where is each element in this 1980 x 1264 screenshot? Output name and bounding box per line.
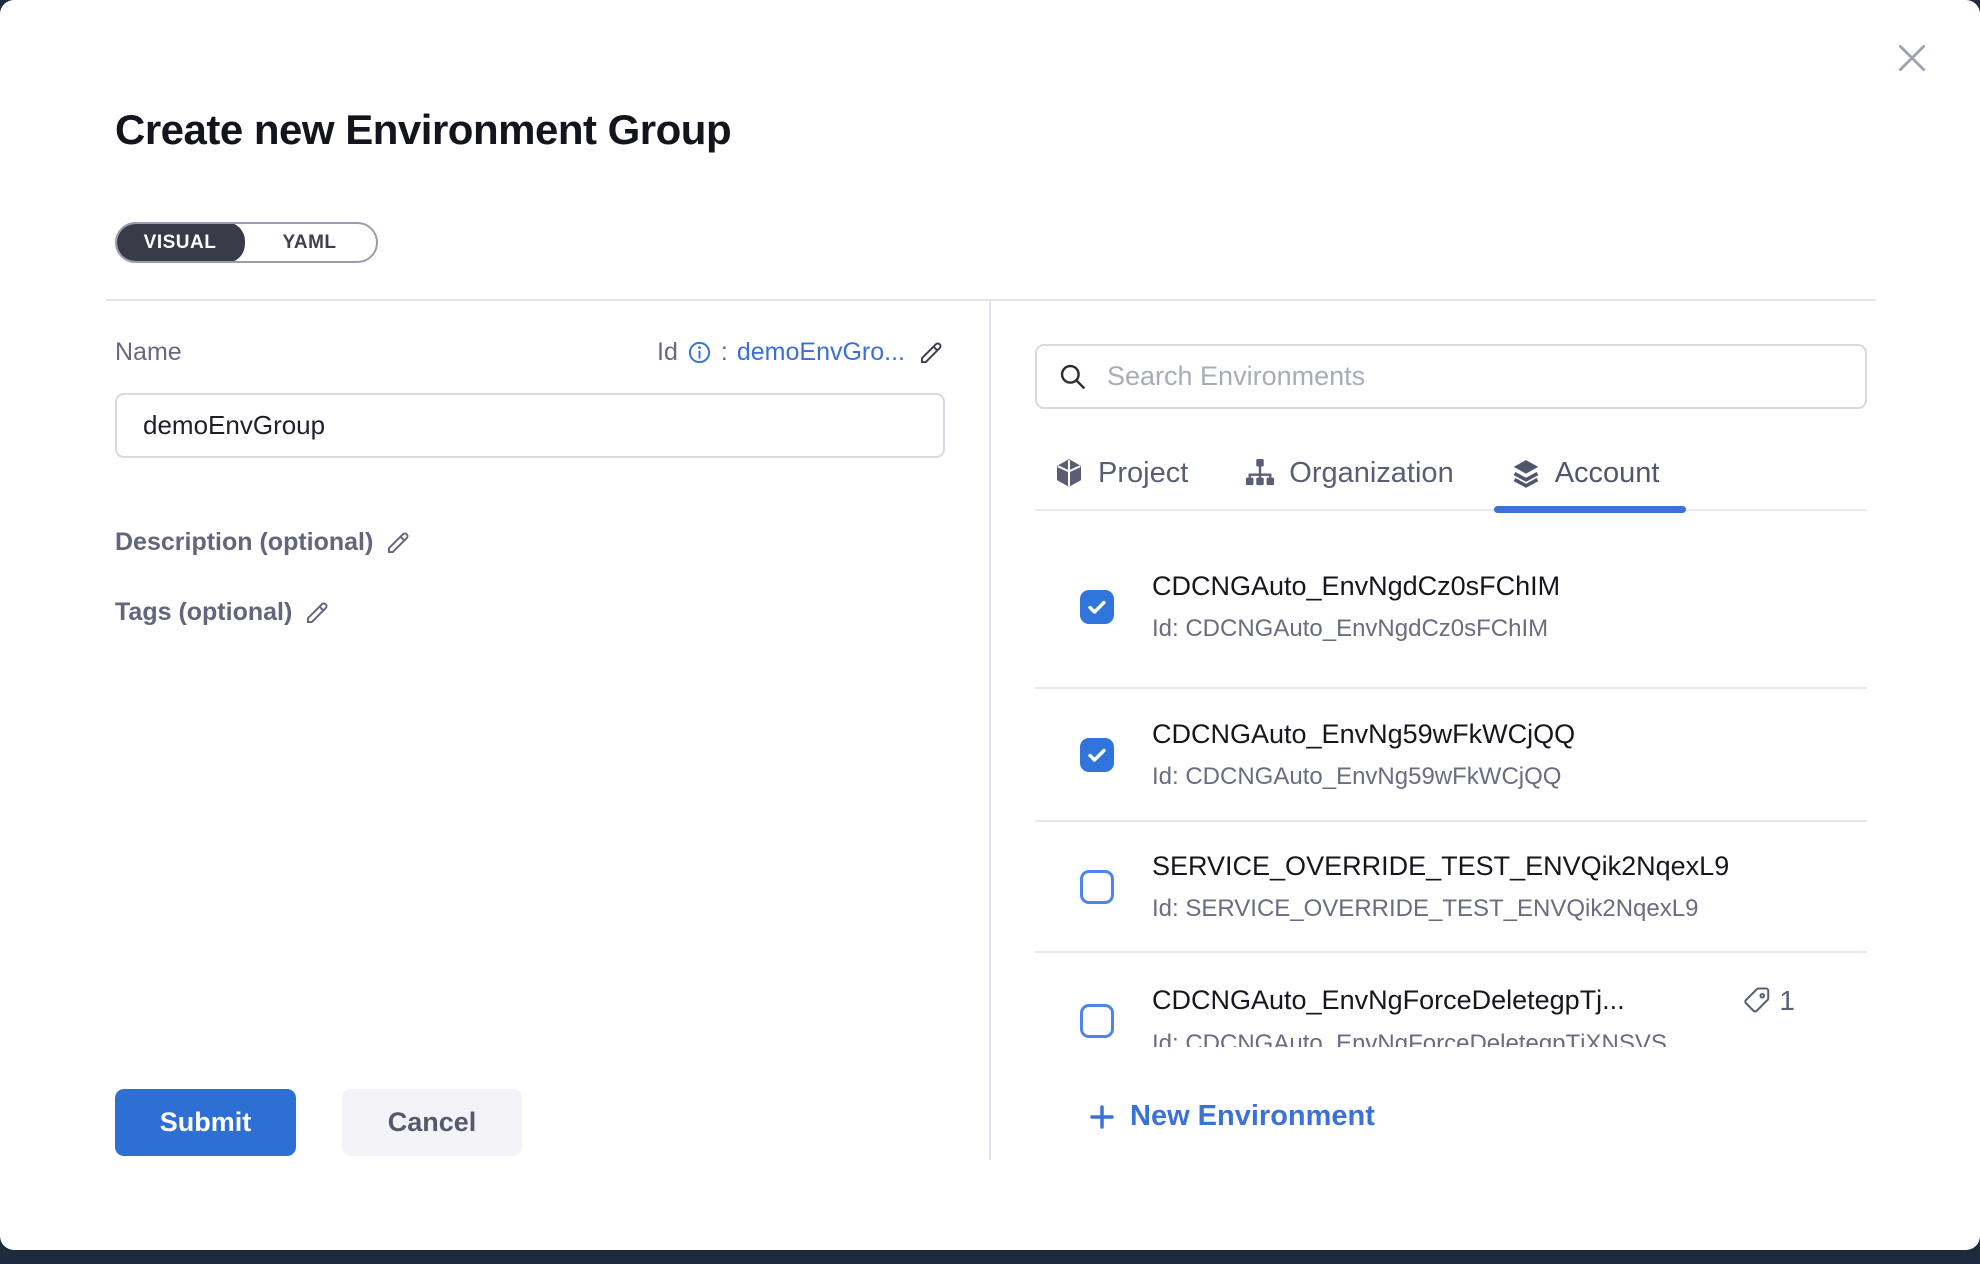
new-environment-label: New Environment [1130, 1100, 1375, 1133]
page-title: Create new Environment Group [115, 106, 731, 154]
environment-name: CDCNGAuto_EnvNgForceDeletegpTj... [1152, 985, 1625, 1016]
tab-project[interactable]: Project [1053, 437, 1188, 509]
layers-icon [1510, 457, 1542, 489]
search-box [1035, 344, 1867, 409]
header-divider [106, 299, 1876, 301]
environment-list-item: CDCNGAuto_EnvNg59wFkWCjQQ Id: CDCNGAuto_E… [1035, 689, 1867, 822]
description-label: Description (optional) [115, 528, 373, 557]
id-group: Id : demoEnvGro... [657, 338, 945, 367]
submit-button[interactable]: Submit [115, 1089, 296, 1156]
id-value-link[interactable]: demoEnvGro... [737, 338, 905, 367]
tab-label: Account [1555, 457, 1660, 490]
environment-name: CDCNGAuto_EnvNgdCz0sFChIM [1152, 571, 1560, 602]
toggle-visual[interactable]: VISUAL [115, 222, 245, 263]
environment-list-item: CDCNGAuto_EnvNgForceDeletegpTj... 1 Id: CD… [1035, 953, 1867, 1047]
panel-divider [989, 300, 991, 1160]
edit-tags-icon[interactable] [304, 599, 331, 626]
environment-list-item: CDCNGAuto_EnvNgdCz0sFChIM Id: CDCNGAuto_E… [1035, 513, 1867, 689]
search-environments-input[interactable] [1089, 346, 1865, 407]
new-environment-button[interactable]: New Environment [1087, 1100, 1375, 1133]
active-tab-underline [1494, 506, 1686, 513]
toggle-yaml[interactable]: YAML [243, 224, 376, 261]
checkbox-checked[interactable] [1080, 738, 1114, 772]
edit-description-icon[interactable] [385, 529, 412, 556]
checkbox-checked[interactable] [1080, 590, 1114, 624]
environment-list: CDCNGAuto_EnvNgdCz0sFChIM Id: CDCNGAuto_E… [1035, 513, 1867, 1047]
id-separator: : [721, 338, 728, 367]
tab-label: Project [1098, 457, 1188, 490]
tab-organization[interactable]: Organization [1244, 437, 1453, 509]
tab-account[interactable]: Account [1510, 437, 1660, 509]
name-input[interactable] [115, 393, 945, 458]
search-icon [1057, 361, 1089, 393]
sitemap-icon [1244, 457, 1276, 489]
name-row: Name Id : demoEnvGro... [115, 338, 945, 367]
environment-id: Id: CDCNGAuto_EnvNgdCz0sFChIM [1152, 615, 1867, 643]
visual-yaml-toggle: VISUAL YAML [115, 222, 378, 263]
create-environment-group-dialog: Create new Environment Group VISUAL YAML… [0, 0, 1980, 1250]
tab-label: Organization [1289, 457, 1453, 490]
plus-icon [1087, 1102, 1117, 1132]
checkbox-unchecked[interactable] [1080, 870, 1114, 904]
info-icon[interactable] [687, 340, 712, 365]
environment-id: Id: CDCNGAuto_EnvNg59wFkWCjQQ [1152, 763, 1867, 791]
tag-icon [1742, 986, 1772, 1016]
cancel-button[interactable]: Cancel [342, 1089, 522, 1156]
close-icon[interactable] [1892, 38, 1932, 78]
environment-name: CDCNGAuto_EnvNg59wFkWCjQQ [1152, 719, 1575, 750]
environment-id: Id: SERVICE_OVERRIDE_TEST_ENVQik2NqexL9 [1152, 895, 1867, 923]
tags-label: Tags (optional) [115, 598, 292, 627]
id-label: Id [657, 338, 678, 367]
environment-name: SERVICE_OVERRIDE_TEST_ENVQik2NqexL9 [1152, 851, 1729, 882]
environment-list-item: SERVICE_OVERRIDE_TEST_ENVQik2NqexL9 Id: S… [1035, 822, 1867, 953]
edit-id-icon[interactable] [918, 339, 945, 366]
tag-count: 1 [1779, 985, 1795, 1017]
description-row: Description (optional) [115, 528, 412, 557]
scope-tabs: Project Organization Account [1035, 437, 1867, 511]
name-label: Name [115, 338, 182, 367]
environment-id: Id: CDCNGAuto_EnvNgForceDeletegpTjXNSVS [1152, 1030, 1867, 1048]
tag-count-badge: 1 [1742, 985, 1795, 1017]
tags-row: Tags (optional) [115, 598, 331, 627]
checkbox-unchecked[interactable] [1080, 1004, 1114, 1038]
cube-icon [1053, 457, 1085, 489]
